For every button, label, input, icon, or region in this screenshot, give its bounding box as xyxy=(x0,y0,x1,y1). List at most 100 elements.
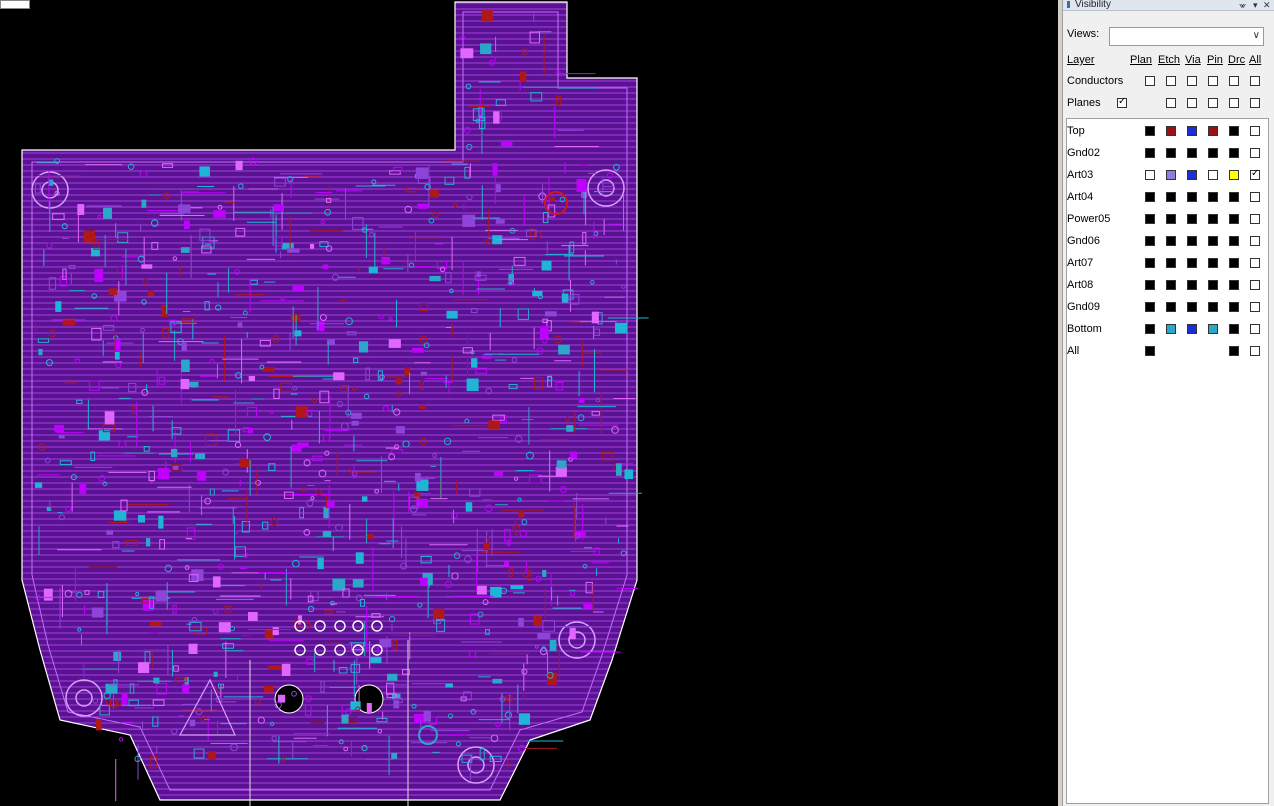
layer-gnd06-pin-color-swatch[interactable] xyxy=(1208,236,1218,246)
layer-art03-drc-color-swatch[interactable] xyxy=(1229,170,1239,180)
layer-art04-plan-color-swatch[interactable] xyxy=(1145,192,1155,202)
summary-planes-all-checkbox[interactable] xyxy=(1250,98,1260,108)
layer-gnd06-etch-color-swatch[interactable] xyxy=(1166,236,1176,246)
column-header-etch[interactable]: Etch xyxy=(1158,54,1180,66)
summary-planes-etch-checkbox[interactable] xyxy=(1166,98,1176,108)
summary-planes-via-checkbox[interactable] xyxy=(1187,98,1197,108)
views-select[interactable]: ∨ xyxy=(1109,27,1264,46)
column-header-plan[interactable]: Plan xyxy=(1130,54,1152,66)
summary-planes-drc-checkbox[interactable] xyxy=(1229,98,1239,108)
column-header-drc[interactable]: Drc xyxy=(1228,54,1245,66)
trace-segment xyxy=(295,406,309,418)
layer-art08-pin-color-swatch[interactable] xyxy=(1208,280,1218,290)
trace-segment xyxy=(445,683,453,688)
layer-bottom-via-color-swatch[interactable] xyxy=(1187,324,1197,334)
layer-art08-plan-color-swatch[interactable] xyxy=(1145,280,1155,290)
layer-gnd02-etch-color-swatch[interactable] xyxy=(1166,148,1176,158)
trace-segment xyxy=(366,702,372,714)
trace-segment xyxy=(351,420,359,426)
layer-top-pin-color-swatch[interactable] xyxy=(1208,126,1218,136)
layer-art03-etch-color-swatch[interactable] xyxy=(1166,170,1176,180)
summary-planes-plan-checkbox[interactable] xyxy=(1117,96,1127,108)
layer-art08-etch-color-swatch[interactable] xyxy=(1166,280,1176,290)
trace-segment xyxy=(578,397,585,403)
layer-gnd09-via-color-swatch[interactable] xyxy=(1187,302,1197,312)
layer-gnd06-plan-color-swatch[interactable] xyxy=(1145,236,1155,246)
trace-segment xyxy=(539,326,549,339)
layer-top-plan-color-swatch[interactable] xyxy=(1145,126,1155,136)
column-header-layer[interactable]: Layer xyxy=(1067,54,1095,66)
layer-bottom-etch-color-swatch[interactable] xyxy=(1166,324,1176,334)
layer-art04-drc-color-swatch[interactable] xyxy=(1229,192,1239,202)
layer-top-etch-color-swatch[interactable] xyxy=(1166,126,1176,136)
layer-art07-drc-color-swatch[interactable] xyxy=(1229,258,1239,268)
layer-top-drc-color-swatch[interactable] xyxy=(1229,126,1239,136)
layer-label-power05: Power05 xyxy=(1067,213,1111,225)
layer-art03-via-color-swatch[interactable] xyxy=(1187,170,1197,180)
layer-art04-etch-color-swatch[interactable] xyxy=(1166,192,1176,202)
pin-icon[interactable]: ⩖ xyxy=(1239,0,1246,10)
summary-conductors-etch-checkbox[interactable] xyxy=(1166,76,1176,86)
panel-title-bar[interactable]: Visibility ⩖ ▾ ✕ xyxy=(1063,0,1274,11)
layer-gnd09-all-checkbox[interactable] xyxy=(1250,302,1260,312)
layer-gnd06-via-color-swatch[interactable] xyxy=(1187,236,1197,246)
layer-top-via-color-swatch[interactable] xyxy=(1187,126,1197,136)
layer-art03-plan-color-swatch[interactable] xyxy=(1145,170,1155,180)
trace-segment xyxy=(138,662,150,674)
column-header-pin[interactable]: Pin xyxy=(1207,54,1223,66)
layer-power05-drc-color-swatch[interactable] xyxy=(1229,214,1239,224)
layer-bottom-drc-color-swatch[interactable] xyxy=(1229,324,1239,334)
layer-power05-all-checkbox[interactable] xyxy=(1250,214,1260,224)
layer-power05-via-color-swatch[interactable] xyxy=(1187,214,1197,224)
trace-segment xyxy=(247,612,258,621)
layer-power05-etch-color-swatch[interactable] xyxy=(1166,214,1176,224)
column-header-all[interactable]: All xyxy=(1249,54,1261,66)
summary-planes-pin-checkbox[interactable] xyxy=(1208,98,1218,108)
layer-gnd09-plan-color-swatch[interactable] xyxy=(1145,302,1155,312)
layer-gnd02-all-checkbox[interactable] xyxy=(1250,148,1260,158)
pcb-canvas[interactable] xyxy=(0,0,1058,806)
layer-all-all-checkbox[interactable] xyxy=(1250,346,1260,356)
summary-conductors-drc-checkbox[interactable] xyxy=(1229,76,1239,86)
layer-bottom-pin-color-swatch[interactable] xyxy=(1208,324,1218,334)
layer-gnd09-etch-color-swatch[interactable] xyxy=(1166,302,1176,312)
layer-art07-via-color-swatch[interactable] xyxy=(1187,258,1197,268)
layer-bottom-all-checkbox[interactable] xyxy=(1250,324,1260,334)
layer-art08-drc-color-swatch[interactable] xyxy=(1229,280,1239,290)
layer-art04-pin-color-swatch[interactable] xyxy=(1208,192,1218,202)
layer-gnd09-pin-color-swatch[interactable] xyxy=(1208,302,1218,312)
layer-art07-plan-color-swatch[interactable] xyxy=(1145,258,1155,268)
layer-art07-etch-color-swatch[interactable] xyxy=(1166,258,1176,268)
summary-conductors-all-checkbox[interactable] xyxy=(1250,76,1260,86)
layer-all-drc-color-swatch[interactable] xyxy=(1229,346,1239,356)
layer-art04-via-color-swatch[interactable] xyxy=(1187,192,1197,202)
layer-power05-plan-color-swatch[interactable] xyxy=(1145,214,1155,224)
layer-gnd02-plan-color-swatch[interactable] xyxy=(1145,148,1155,158)
layer-art07-all-checkbox[interactable] xyxy=(1250,258,1260,268)
layer-power05-pin-color-swatch[interactable] xyxy=(1208,214,1218,224)
layer-gnd09-drc-color-swatch[interactable] xyxy=(1229,302,1239,312)
dropdown-icon[interactable]: ▾ xyxy=(1253,0,1258,10)
layer-art07-pin-color-swatch[interactable] xyxy=(1208,258,1218,268)
layer-art03-pin-color-swatch[interactable] xyxy=(1208,170,1218,180)
layer-gnd06-drc-color-swatch[interactable] xyxy=(1229,236,1239,246)
layer-art04-all-checkbox[interactable] xyxy=(1250,192,1260,202)
layer-label-bottom: Bottom xyxy=(1067,323,1102,335)
summary-conductors-plan-checkbox[interactable] xyxy=(1145,76,1155,86)
layer-art08-via-color-swatch[interactable] xyxy=(1187,280,1197,290)
summary-conductors-pin-checkbox[interactable] xyxy=(1208,76,1218,86)
layer-art03-all-checkbox[interactable] xyxy=(1250,168,1260,180)
trace-segment xyxy=(415,167,429,179)
layer-top-all-checkbox[interactable] xyxy=(1250,126,1260,136)
close-icon[interactable]: ✕ xyxy=(1263,0,1271,10)
column-header-via[interactable]: Via xyxy=(1185,54,1201,66)
layer-gnd02-via-color-swatch[interactable] xyxy=(1187,148,1197,158)
layer-all-plan-color-swatch[interactable] xyxy=(1145,346,1155,356)
summary-conductors-via-checkbox[interactable] xyxy=(1187,76,1197,86)
trace-segment xyxy=(264,685,274,693)
layer-gnd06-all-checkbox[interactable] xyxy=(1250,236,1260,246)
layer-gnd02-drc-color-swatch[interactable] xyxy=(1229,148,1239,158)
layer-art08-all-checkbox[interactable] xyxy=(1250,280,1260,290)
layer-bottom-plan-color-swatch[interactable] xyxy=(1145,324,1155,334)
layer-gnd02-pin-color-swatch[interactable] xyxy=(1208,148,1218,158)
